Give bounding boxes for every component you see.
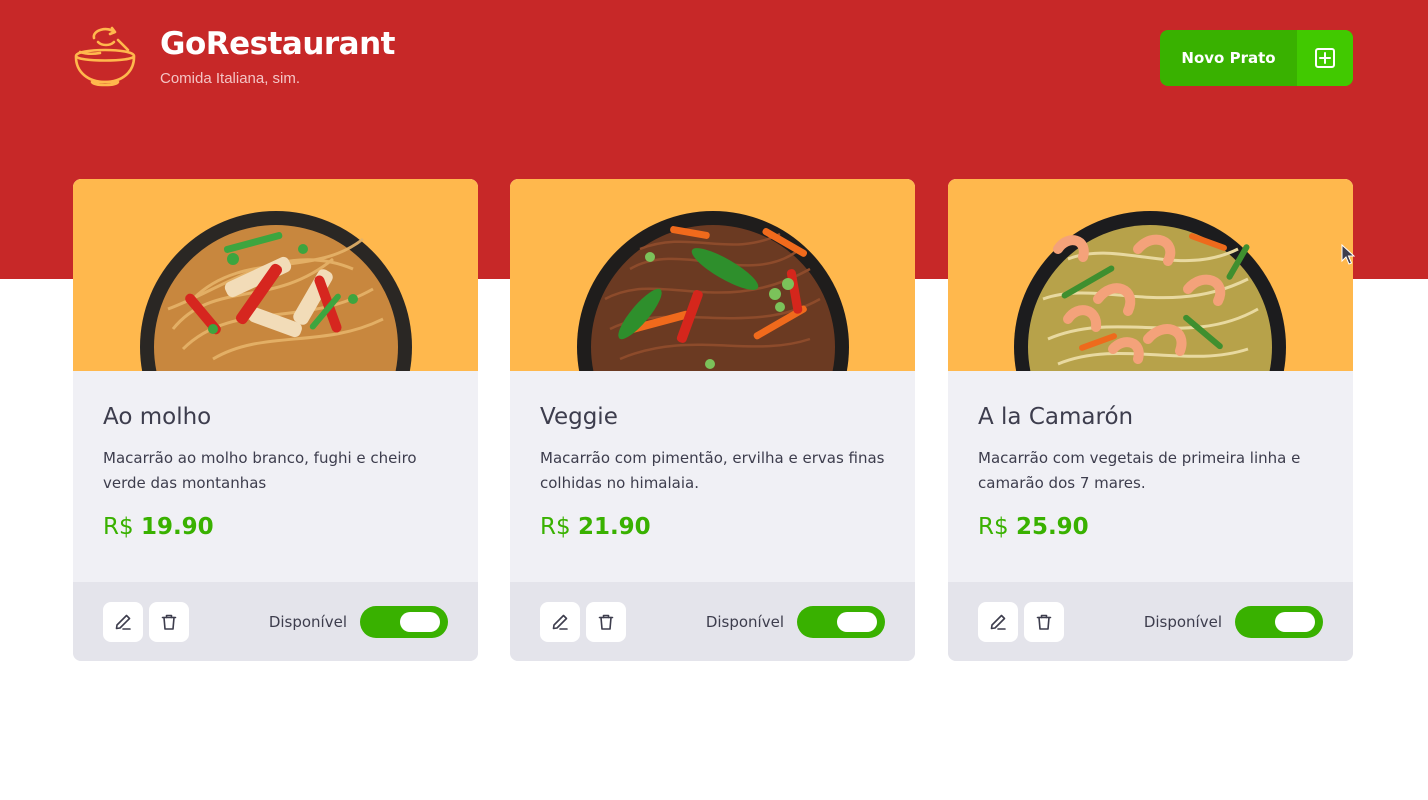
dish-info: A la Camarón Macarrão com vegetais de pr…: [948, 371, 1353, 582]
dish-card: A la Camarón Macarrão com vegetais de pr…: [948, 179, 1353, 661]
availability: Disponível: [268, 605, 448, 638]
dish-actions: Disponível: [948, 582, 1353, 661]
edit-button[interactable]: [103, 601, 143, 642]
dish-info: Veggie Macarrão com pimentão, ervilha e …: [510, 371, 915, 582]
toggle-knob: [1275, 611, 1315, 632]
pencil-icon: [990, 614, 1006, 630]
trash-icon: [598, 614, 614, 630]
price-currency: R$: [978, 514, 1009, 540]
dish-image: [948, 179, 1353, 371]
app-subtitle: Comida Italiana, sim.: [160, 70, 301, 87]
availability-toggle[interactable]: [797, 605, 885, 638]
dish-name: Ao molho: [103, 404, 212, 430]
dish-image: [510, 179, 915, 371]
toggle-knob: [400, 611, 440, 632]
pencil-icon: [552, 614, 568, 630]
dish-description: Macarrão com vegetais de primeira linha …: [978, 449, 1301, 492]
availability-toggle[interactable]: [1235, 605, 1323, 638]
dish-description: Macarrão com pimentão, ervilha e ervas f…: [540, 449, 885, 492]
edit-button[interactable]: [978, 601, 1018, 642]
dish-name: A la Camarón: [978, 404, 1134, 430]
plus-square-icon: [1297, 30, 1353, 86]
price-amount: 21.90: [577, 514, 651, 540]
availability-toggle[interactable]: [360, 605, 448, 638]
trash-icon: [1036, 614, 1052, 630]
mouse-cursor-icon: [1341, 244, 1355, 265]
brand-text: GoRestaurant Comida Italiana, sim.: [160, 26, 396, 87]
price-currency: R$: [540, 514, 571, 540]
dish-actions: Disponível: [73, 582, 478, 661]
dish-card: Ao molho Macarrão ao molho branco, fughi…: [73, 179, 478, 661]
toggle-knob: [837, 611, 877, 632]
availability-label: Disponível: [705, 612, 784, 631]
edit-button[interactable]: [540, 601, 580, 642]
trash-icon: [161, 614, 177, 630]
dish-price: R$ 21.90: [540, 514, 885, 540]
dish-name: Veggie: [540, 404, 618, 430]
pencil-icon: [115, 614, 131, 630]
dish-price: R$ 25.90: [978, 514, 1323, 540]
bowl-icon: [74, 26, 136, 87]
new-dish-label: Novo Prato: [1181, 49, 1276, 67]
dish-image: [73, 179, 478, 371]
dish-info: Ao molho Macarrão ao molho branco, fughi…: [73, 371, 478, 582]
dish-description: Macarrão ao molho branco, fughi e cheiro…: [103, 449, 417, 492]
dish-price: R$ 19.90: [103, 514, 448, 540]
availability: Disponível: [1143, 605, 1323, 638]
delete-button[interactable]: [149, 601, 189, 642]
delete-button[interactable]: [1024, 601, 1064, 642]
availability: Disponível: [705, 605, 885, 638]
dish-card: Veggie Macarrão com pimentão, ervilha e …: [510, 179, 915, 661]
price-currency: R$: [103, 514, 134, 540]
price-amount: 25.90: [1015, 514, 1089, 540]
availability-label: Disponível: [1143, 612, 1222, 631]
brand: GoRestaurant Comida Italiana, sim.: [72, 26, 396, 90]
delete-button[interactable]: [586, 601, 626, 642]
new-dish-button[interactable]: Novo Prato: [1160, 30, 1353, 86]
price-amount: 19.90: [140, 514, 214, 540]
availability-label: Disponível: [268, 612, 347, 631]
app-title: GoRestaurant: [160, 26, 396, 62]
dish-actions: Disponível: [510, 582, 915, 661]
